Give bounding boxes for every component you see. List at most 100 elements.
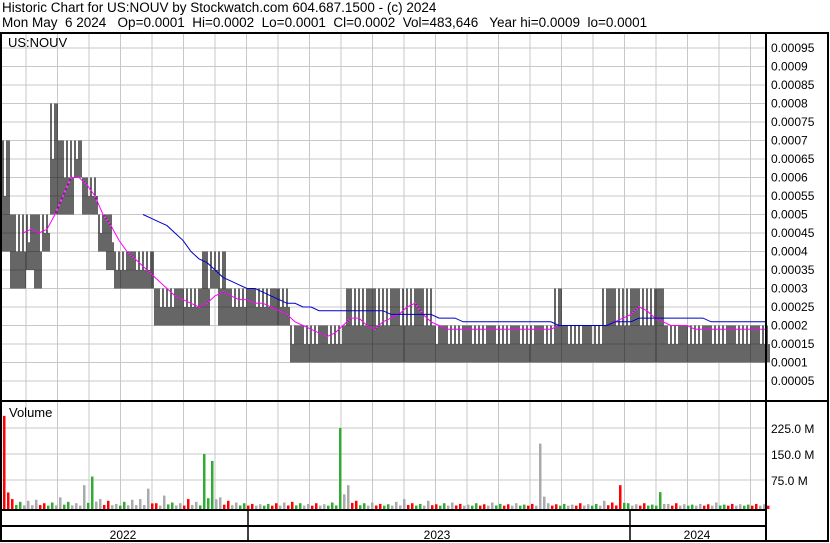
volume-bar — [471, 505, 474, 509]
volume-bar — [755, 503, 758, 509]
price-tick-label: 0.00085 — [771, 78, 815, 92]
volume-bar — [383, 505, 386, 509]
volume-bar — [759, 505, 762, 509]
volume-bar — [651, 504, 654, 509]
volume-bar — [191, 504, 194, 509]
volume-bar — [367, 505, 370, 509]
volume-bar — [439, 505, 442, 509]
volume-bar — [519, 505, 522, 509]
volume-bar — [339, 428, 342, 509]
volume-bar — [399, 505, 402, 509]
volume-bar — [643, 503, 646, 509]
volume-bar — [83, 485, 86, 509]
volume-bar — [135, 505, 138, 509]
volume-bar — [363, 503, 366, 509]
volume-bar — [415, 505, 418, 509]
volume-tick-label: 225.0 M — [771, 422, 814, 436]
volume-bar — [751, 505, 754, 509]
price-tick-label: 0.0008 — [771, 97, 808, 111]
volume-bar — [495, 505, 498, 509]
volume-bar — [11, 499, 14, 509]
volume-bar — [407, 504, 410, 509]
volume-bar — [447, 505, 450, 509]
volume-bar — [63, 504, 66, 509]
price-tick-label: 0.00025 — [771, 300, 815, 314]
volume-bar — [87, 502, 90, 509]
volume-bar — [391, 505, 394, 509]
volume-bar — [315, 503, 318, 509]
volume-bar — [555, 504, 558, 509]
price-tick-label: 0.0005 — [771, 208, 808, 222]
volume-bar — [39, 505, 42, 509]
volume-bar — [263, 505, 266, 509]
price-tick-label: 0.00035 — [771, 263, 815, 277]
volume-bar — [327, 505, 330, 509]
volume-bar — [443, 503, 446, 509]
volume-bar — [67, 501, 70, 509]
volume-bar — [723, 504, 726, 509]
volume-bar — [199, 505, 202, 509]
volume-bar — [619, 485, 622, 509]
volume-bar — [295, 505, 298, 509]
volume-bar — [195, 501, 198, 509]
price-tick-label: 0.0003 — [771, 282, 808, 296]
volume-bar — [335, 505, 338, 509]
volume-bar — [547, 503, 550, 509]
volume-bar — [531, 503, 534, 509]
volume-bar — [515, 503, 518, 509]
volume-bar — [71, 505, 74, 509]
volume-bar — [59, 497, 62, 509]
stock-chart: US:NOUV Volume 0.00095 0.0009 0.00085 0.000… — [0, 32, 829, 542]
volume-bar — [347, 485, 350, 509]
volume-bar — [655, 505, 658, 509]
volume-bar — [611, 502, 614, 509]
price-tick-label: 0.00055 — [771, 189, 815, 203]
volume-bar — [403, 499, 406, 509]
volume-bar — [615, 505, 618, 509]
volume-tick-label: 150.0 M — [771, 448, 814, 462]
volume-bar — [631, 505, 634, 509]
volume-bar — [343, 494, 346, 509]
volume-bar — [43, 503, 46, 509]
volume-bar — [387, 504, 390, 509]
volume-bar — [423, 505, 426, 509]
volume-bar — [419, 503, 422, 509]
volume-bar — [311, 505, 314, 509]
volume-bar — [259, 504, 262, 509]
volume-bar — [131, 499, 134, 509]
year-label: 2024 — [684, 528, 711, 542]
volume-bar — [767, 505, 770, 509]
volume-bar — [267, 503, 270, 509]
volume-bar — [483, 504, 486, 509]
volume-bar — [715, 502, 718, 509]
price-tick-label: 0.00075 — [771, 115, 815, 129]
volume-bar — [579, 503, 582, 509]
volume-bar — [551, 505, 554, 509]
volume-bar — [23, 505, 26, 509]
volume-label: Volume — [9, 405, 52, 420]
volume-bar — [235, 502, 238, 509]
volume-bar — [743, 505, 746, 509]
volume-bar — [639, 505, 642, 509]
volume-bar — [3, 415, 6, 509]
volume-bar — [371, 502, 374, 509]
volume-bar — [635, 504, 638, 509]
year-label: 2022 — [110, 528, 137, 542]
volume-bar — [7, 492, 10, 509]
volume-bar — [179, 503, 182, 509]
volume-bar — [479, 505, 482, 509]
volume-bar — [375, 505, 378, 509]
volume-bar — [731, 503, 734, 509]
price-tick-label: 0.0002 — [771, 319, 808, 333]
volume-bar — [623, 502, 626, 509]
volume-bar — [323, 504, 326, 509]
volume-bar — [607, 505, 610, 509]
volume-bar — [595, 503, 598, 509]
year-label: 2023 — [424, 528, 451, 542]
volume-bar — [507, 504, 510, 509]
volume-bar — [79, 505, 82, 509]
volume-bar — [163, 495, 166, 509]
volume-bar — [571, 504, 574, 509]
volume-bar — [667, 503, 670, 509]
volume-bar — [699, 503, 702, 509]
